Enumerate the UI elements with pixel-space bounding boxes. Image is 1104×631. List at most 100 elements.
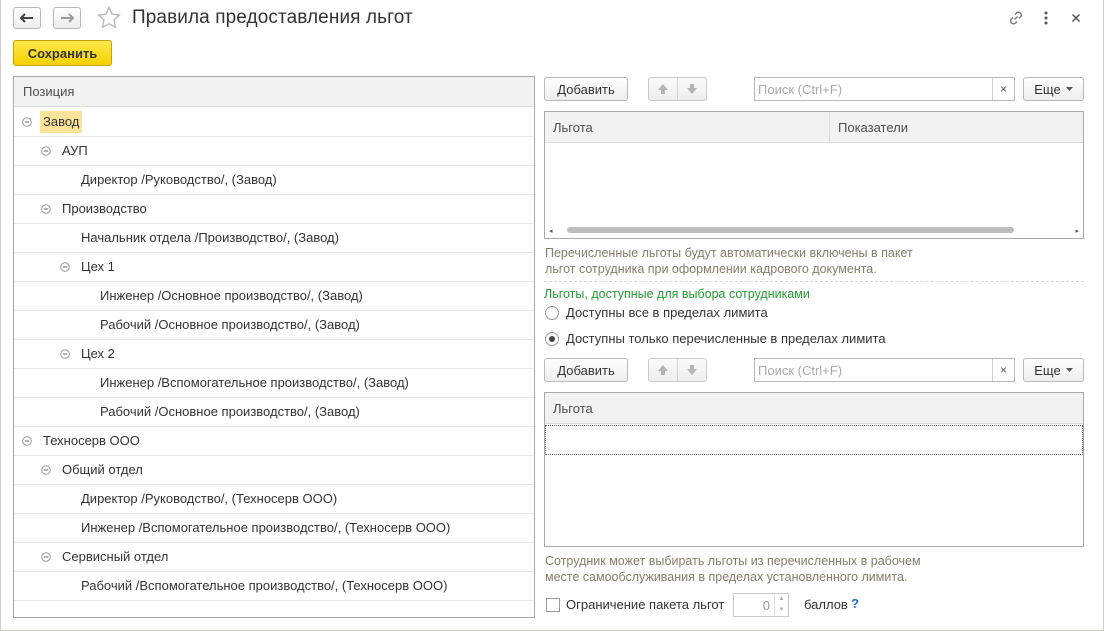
column-indicators: Показатели	[838, 120, 908, 135]
tree-row[interactable]: Рабочий /Вспомогательное производство/, …	[14, 572, 534, 601]
close-icon[interactable]	[1066, 8, 1086, 28]
search-input-top[interactable]: Поиск (Ctrl+F) ×	[754, 77, 1015, 101]
table-row-empty-selected[interactable]	[545, 425, 1083, 455]
tree-row[interactable]: Директор /Руководство/, (Техносерв ООО)	[14, 485, 534, 514]
limit-points-value: 0	[762, 598, 770, 613]
move-up-button-bottom[interactable]	[649, 359, 677, 381]
tree-row-label: Начальник отдела /Производство/, (Завод)	[81, 230, 339, 245]
collapse-toggle-icon[interactable]	[60, 262, 70, 272]
more-vert-icon[interactable]	[1036, 8, 1056, 28]
add-selectable-benefit-button[interactable]: Добавить	[544, 358, 628, 382]
collapse-toggle-icon[interactable]	[41, 146, 51, 156]
back-button[interactable]	[13, 7, 41, 29]
tree-row[interactable]: Сервисный отдел	[14, 543, 534, 572]
limit-points-input[interactable]: 0 ▲ ▼	[733, 593, 789, 617]
tree-row-label: АУП	[62, 143, 88, 158]
tree-row[interactable]: Техносерв ООО	[14, 427, 534, 456]
column-benefit: Льгота	[553, 120, 593, 135]
horizontal-scrollbar[interactable]: ◂ ▸	[545, 224, 1083, 238]
scroll-left-icon[interactable]: ◂	[549, 227, 553, 235]
tree-row[interactable]: Общий отдел	[14, 456, 534, 485]
position-tree[interactable]: Позиция Завод АУП Директор /Руководство/, …	[13, 76, 535, 618]
tree-row-label: Рабочий /Основное производство/, (Завод)	[100, 317, 360, 332]
collapse-toggle-icon[interactable]	[41, 204, 51, 214]
points-stepper[interactable]: ▲ ▼	[774, 594, 788, 616]
move-down-button[interactable]	[677, 78, 706, 100]
tree-row-label: Сервисный отдел	[62, 549, 169, 564]
collapse-toggle-icon[interactable]	[22, 436, 32, 446]
tree-row[interactable]: Цех 2	[14, 340, 534, 369]
collapse-toggle-icon[interactable]	[60, 349, 70, 359]
chevron-down-icon	[1065, 87, 1073, 91]
tree-row-label: Завод	[40, 111, 83, 133]
arrow-down-icon	[687, 84, 697, 94]
scroll-right-icon[interactable]: ▸	[1075, 227, 1079, 235]
tree-row-label: Рабочий /Основное производство/, (Завод)	[100, 404, 360, 419]
tree-row-label: Цех 1	[81, 259, 115, 274]
help-icon[interactable]: ?	[851, 596, 859, 611]
save-button[interactable]: Сохранить	[13, 40, 112, 66]
tree-row-label: Общий отдел	[62, 462, 143, 477]
more-menu-button-top[interactable]: Еще	[1023, 77, 1084, 101]
move-down-button-bottom[interactable]	[677, 359, 706, 381]
tree-row-label: Инженер /Вспомогательное производство/, …	[100, 375, 409, 390]
search-clear-button[interactable]: ×	[992, 78, 1014, 100]
search-input-bottom[interactable]: Поиск (Ctrl+F) ×	[754, 358, 1015, 382]
favorite-star-icon[interactable]	[97, 5, 121, 32]
move-up-button[interactable]	[649, 78, 677, 100]
benefits-grid[interactable]: Льгота Показатели ◂ ▸	[544, 111, 1084, 239]
more-label-bottom: Еще	[1034, 362, 1061, 378]
radio-all-within-limit[interactable]	[545, 306, 559, 320]
self-service-hint: Сотрудник может выбирать льготы из переч…	[545, 554, 921, 584]
points-unit-label: баллов	[804, 597, 848, 612]
more-label: Еще	[1034, 81, 1061, 97]
more-menu-button-bottom[interactable]: Еще	[1023, 358, 1084, 382]
tree-row[interactable]: Директор /Руководство/, (Завод)	[14, 166, 534, 195]
link-icon[interactable]	[1006, 8, 1026, 28]
section-divider	[544, 281, 1084, 282]
add-benefit-button[interactable]: Добавить	[544, 77, 628, 101]
tree-row[interactable]: Производство	[14, 195, 534, 224]
tree-row-label: Директор /Руководство/, (Завод)	[81, 172, 277, 187]
tree-row[interactable]: Начальник отдела /Производство/, (Завод)	[14, 224, 534, 253]
arrow-up-icon	[658, 84, 668, 94]
tree-row[interactable]: Рабочий /Основное производство/, (Завод)	[14, 398, 534, 427]
scrollbar-thumb[interactable]	[567, 227, 1014, 233]
arrow-right-icon	[61, 13, 74, 23]
tree-row-label: Директор /Руководство/, (Техносерв ООО)	[81, 491, 338, 506]
tree-row-label: Инженер /Основное производство/, (Завод)	[100, 288, 363, 303]
collapse-toggle-icon[interactable]	[41, 552, 51, 562]
radio-listed-label[interactable]: Доступны только перечисленные в пределах…	[566, 331, 886, 346]
tree-row[interactable]: АУП	[14, 137, 534, 166]
tree-row[interactable]: Завод	[14, 108, 534, 137]
page-title: Правила предоставления льгот	[132, 7, 413, 28]
tree-row[interactable]: Инженер /Основное производство/, (Завод)	[14, 282, 534, 311]
benefits-grid-header: Льгота Показатели	[545, 112, 1083, 143]
limit-checkbox[interactable]	[546, 598, 560, 612]
move-buttons	[648, 77, 707, 101]
forward-button[interactable]	[53, 7, 81, 29]
radio-listed-within-limit[interactable]	[545, 332, 559, 346]
selectable-benefits-grid[interactable]: Льгота	[544, 392, 1084, 547]
collapse-toggle-icon[interactable]	[41, 465, 51, 475]
search-placeholder: Поиск (Ctrl+F)	[758, 82, 843, 97]
chevron-down-icon	[1065, 368, 1073, 372]
move-buttons-bottom	[648, 358, 707, 382]
auto-include-hint: Перечисленные льготы будут автоматически…	[545, 246, 913, 276]
tree-row[interactable]: Инженер /Вспомогательное производство/, …	[14, 514, 534, 543]
tree-row-label: Производство	[62, 201, 147, 216]
tree-header-position: Позиция	[14, 77, 534, 107]
arrow-left-icon	[20, 13, 33, 23]
radio-all-label[interactable]: Доступны все в пределах лимита	[566, 305, 768, 320]
collapse-toggle-icon[interactable]	[22, 117, 32, 127]
selectable-grid-header: Льгота	[545, 393, 1083, 424]
tree-row-label: Рабочий /Вспомогательное производство/, …	[81, 578, 448, 593]
tree-row[interactable]: Инженер /Вспомогательное производство/, …	[14, 369, 534, 398]
tree-row-label: Техносерв ООО	[43, 433, 140, 448]
tree-row-label: Цех 2	[81, 346, 115, 361]
column-divider	[829, 112, 830, 143]
search-clear-button-bottom[interactable]: ×	[992, 359, 1014, 381]
limit-checkbox-label[interactable]: Ограничение пакета льгот	[566, 597, 724, 612]
tree-row[interactable]: Рабочий /Основное производство/, (Завод)	[14, 311, 534, 340]
tree-row[interactable]: Цех 1	[14, 253, 534, 282]
